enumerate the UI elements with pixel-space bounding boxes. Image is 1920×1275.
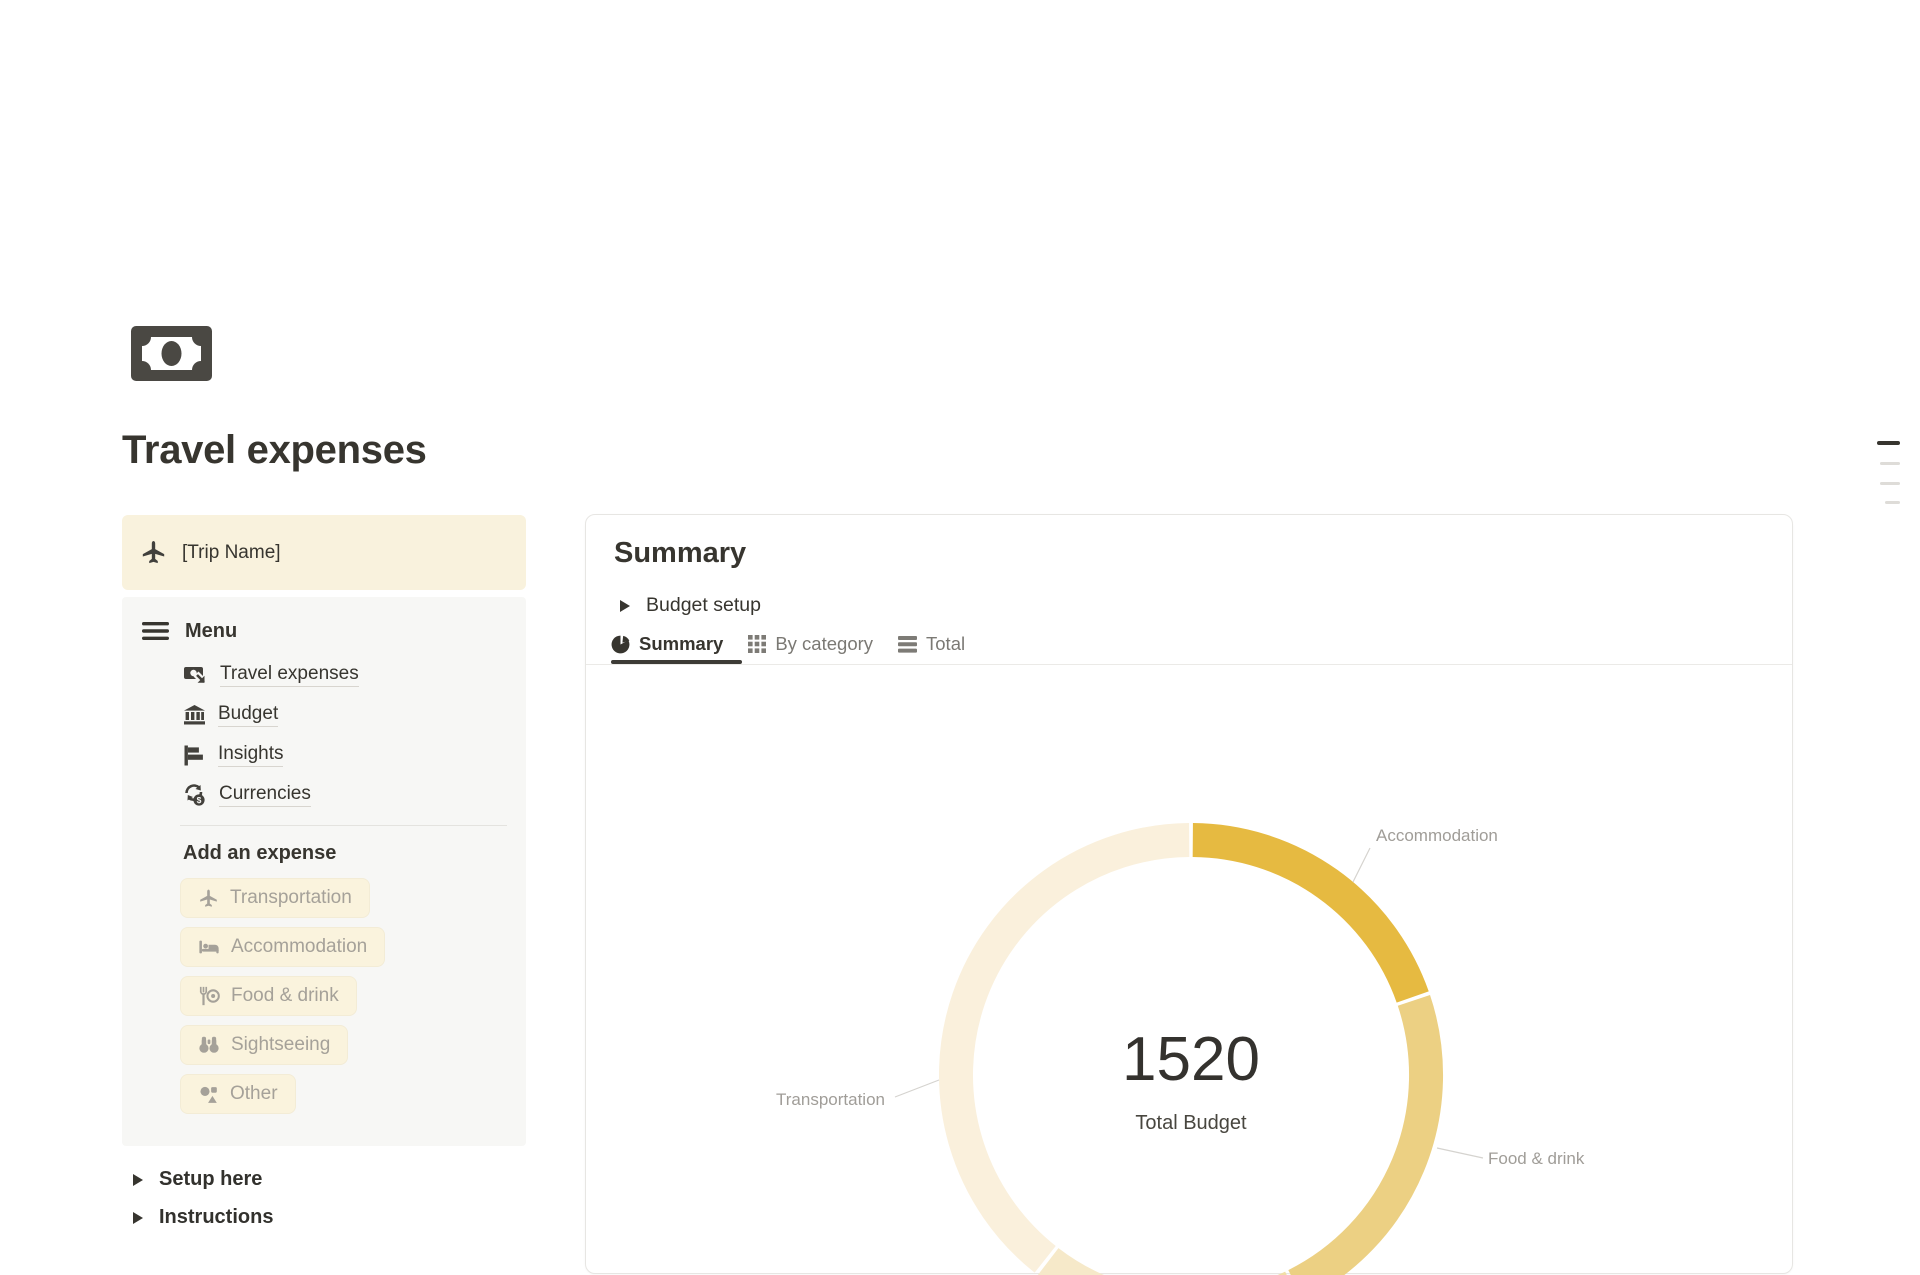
outline-bar[interactable]: [1880, 462, 1900, 465]
chart-center-value: 1520: [1041, 1029, 1341, 1091]
menu-panel: Menu Travel expenses: [122, 597, 526, 1146]
add-sightseeing-button[interactable]: Sightseeing: [180, 1025, 348, 1065]
menu-link-label[interactable]: Budget: [218, 703, 278, 727]
button-label: Transportation: [230, 887, 352, 909]
toggle-triangle-icon[interactable]: [133, 1174, 143, 1186]
bar-chart-icon: [183, 744, 206, 767]
button-label: Sightseeing: [231, 1034, 330, 1056]
add-food-drink-button[interactable]: Food & drink: [180, 976, 357, 1016]
trip-name-label: [Trip Name]: [182, 542, 281, 564]
airplane-icon: [140, 539, 167, 566]
tab-label: Summary: [639, 633, 723, 655]
budget-setup-toggle[interactable]: Budget setup: [620, 594, 761, 617]
toggle-triangle-icon[interactable]: [133, 1212, 143, 1224]
donut-segment-other[interactable]: [1048, 1262, 1150, 1275]
toggle-setup-here[interactable]: Setup here: [133, 1168, 526, 1191]
banknote-arrow-icon: [183, 663, 208, 688]
sidebar: [Trip Name] Menu: [122, 515, 526, 1229]
view-tabs: Summary By category Total: [611, 627, 965, 661]
bank-icon: [183, 704, 206, 727]
bed-icon: [198, 936, 220, 958]
toggle-label: Instructions: [159, 1206, 273, 1229]
tab-summary[interactable]: Summary: [611, 633, 723, 655]
tab-by-category[interactable]: By category: [748, 633, 873, 655]
button-label: Food & drink: [231, 985, 339, 1007]
airplane-icon: [198, 888, 219, 909]
menu-item-currencies[interactable]: $ Currencies: [183, 775, 526, 815]
add-other-button[interactable]: Other: [180, 1074, 296, 1114]
button-label: Accommodation: [231, 936, 367, 958]
grid-icon: [748, 635, 766, 653]
donut-segment-accommodation[interactable]: [1193, 840, 1413, 997]
menu-header: Menu: [142, 617, 526, 645]
hamburger-icon: [142, 620, 169, 642]
add-transportation-button[interactable]: Transportation: [180, 878, 370, 918]
menu-item-travel-expenses[interactable]: Travel expenses: [183, 655, 526, 695]
summary-card: Summary Budget setup Summary By ca: [585, 514, 1793, 1274]
tab-label: By category: [775, 633, 873, 655]
menu-link-label[interactable]: Travel expenses: [220, 663, 359, 687]
card-title: Summary: [614, 537, 746, 570]
button-label: Other: [230, 1083, 278, 1105]
menu-title: Menu: [185, 620, 237, 643]
sidebar-divider: [180, 825, 507, 826]
menu-item-insights[interactable]: Insights: [183, 735, 526, 775]
page-icon-banknote[interactable]: [131, 326, 212, 381]
slice-label-food-drink: Food & drink: [1488, 1149, 1584, 1169]
add-accommodation-button[interactable]: Accommodation: [180, 927, 385, 967]
menu-link-label[interactable]: Insights: [218, 743, 283, 767]
toggle-label: Setup here: [159, 1168, 262, 1191]
menu-items: Travel expenses Budget: [183, 655, 526, 815]
slice-label-accommodation: Accommodation: [1376, 826, 1498, 846]
outline-bar[interactable]: [1880, 482, 1900, 485]
cover-image: [0, 0, 1920, 322]
svg-text:$: $: [197, 795, 202, 805]
currency-exchange-icon: $: [183, 783, 207, 807]
toggle-triangle-icon[interactable]: [620, 600, 630, 612]
add-expense-heading: Add an expense: [183, 842, 526, 865]
chart-center-label: Total Budget: [1041, 1112, 1341, 1135]
outline-bar-active[interactable]: [1877, 441, 1900, 445]
tab-total[interactable]: Total: [898, 633, 965, 655]
outline-widget[interactable]: [1873, 441, 1900, 504]
slice-label-transportation: Transportation: [765, 1090, 885, 1110]
pie-chart-icon: [611, 635, 630, 654]
shapes-icon: [198, 1084, 219, 1105]
menu-link-label[interactable]: Currencies: [219, 783, 311, 807]
budget-setup-label: Budget setup: [646, 594, 761, 617]
outline-bar[interactable]: [1885, 501, 1900, 504]
expense-buttons: Transportation Accommodation: [180, 878, 526, 1114]
trip-name-callout[interactable]: [Trip Name]: [122, 515, 526, 590]
menu-item-budget[interactable]: Budget: [183, 695, 526, 735]
tabs-divider: [586, 664, 1792, 665]
tab-label: Total: [926, 633, 965, 655]
toggle-instructions[interactable]: Instructions: [133, 1206, 526, 1229]
rows-icon: [898, 636, 917, 653]
page-title: Travel expenses: [122, 428, 427, 472]
fork-plate-icon: [198, 985, 220, 1007]
binoculars-icon: [198, 1034, 220, 1056]
